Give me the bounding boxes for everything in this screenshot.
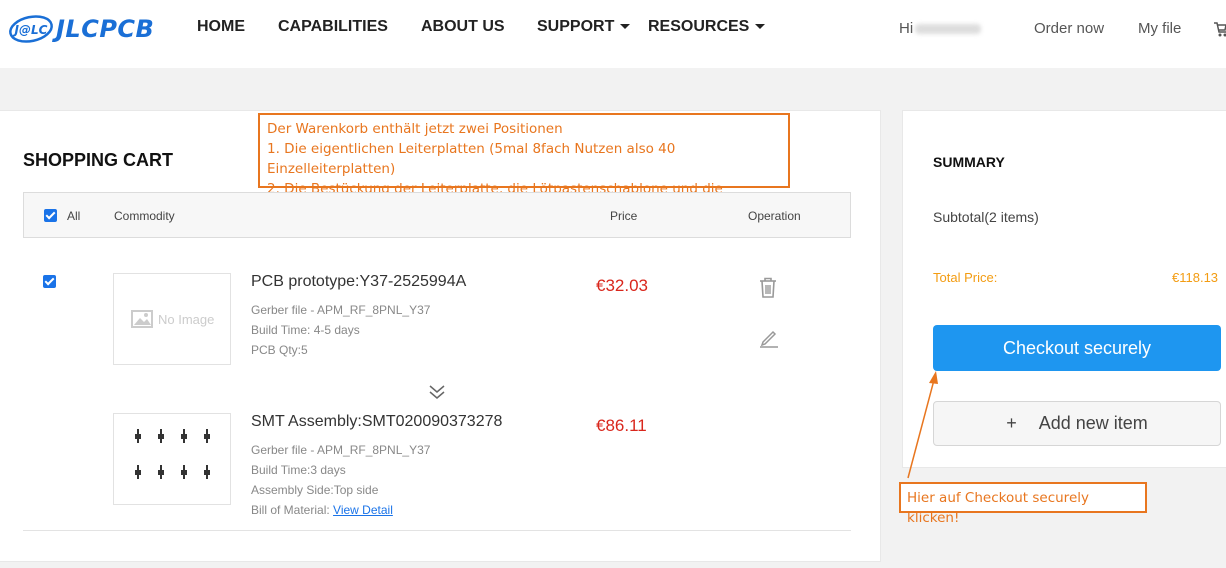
item-detail: Assembly Side:Top side: [251, 483, 379, 497]
my-file-link[interactable]: My file: [1138, 20, 1181, 37]
checkout-securely-button[interactable]: Checkout securely: [933, 325, 1221, 371]
logo-badge-icon: J@LC: [9, 15, 53, 43]
item-detail: Build Time:3 days: [251, 463, 346, 477]
item-price: €32.03: [596, 276, 648, 295]
summary-title: SUMMARY: [933, 154, 1005, 170]
edit-icon[interactable]: [758, 327, 780, 349]
col-commodity: Commodity: [114, 209, 175, 223]
plus-icon: +: [1006, 413, 1017, 433]
item-title: SMT Assembly:SMT020090373278: [251, 413, 503, 430]
bom-detail: Bill of Material: View Detail: [251, 503, 393, 517]
product-thumbnail: [113, 413, 231, 505]
total-price-label: Total Price:: [933, 270, 998, 285]
col-price: Price: [610, 209, 638, 223]
item-detail: PCB Qty:5: [251, 343, 308, 357]
item-detail: Gerber file - APM_RF_8PNL_Y37: [251, 303, 431, 317]
double-chevron-down-icon[interactable]: [427, 384, 447, 400]
order-now-link[interactable]: Order now: [1034, 20, 1104, 37]
col-all: All: [67, 209, 81, 223]
nav-support-label: SUPPORT: [537, 18, 615, 35]
add-new-item-button[interactable]: + Add new item: [933, 401, 1221, 446]
add-new-item-label: Add new item: [1038, 413, 1148, 433]
cart-icon[interactable]: [1214, 20, 1226, 38]
item-checkbox[interactable]: [43, 275, 56, 288]
col-operation: Operation: [748, 209, 801, 223]
item-price: €86.11: [596, 416, 647, 435]
greeting-text: Hi: [899, 20, 914, 37]
nav-capabilities[interactable]: CAPABILITIES: [278, 18, 388, 36]
item-title: PCB prototype:Y37-2525994A: [251, 273, 467, 290]
total-price-value: €118.13: [1172, 270, 1219, 285]
logo-badge-text: J@LC: [13, 23, 48, 37]
cart-table-header: All Commodity Price Operation: [23, 192, 851, 238]
blurred-username: [915, 24, 982, 35]
bom-label: Bill of Material:: [251, 503, 330, 517]
row-divider: [23, 530, 851, 531]
annotation-line: Der Warenkorb enthält jetzt zwei Positio…: [267, 121, 563, 137]
nav-about-us[interactable]: ABOUT US: [421, 18, 505, 36]
nav-home[interactable]: HOME: [197, 18, 245, 36]
nav-support[interactable]: SUPPORT: [537, 18, 631, 36]
image-icon: [131, 310, 153, 328]
chevron-down-icon: [755, 24, 766, 30]
user-greeting[interactable]: Hi: [899, 20, 982, 37]
assembly-parts-image: [135, 429, 210, 479]
jlcpcb-logo[interactable]: J@LC JLCPCB: [8, 12, 154, 46]
view-detail-link[interactable]: View Detail: [333, 503, 393, 517]
annotation-cart-note: Der Warenkorb enthält jetzt zwei Positio…: [258, 113, 790, 217]
product-thumbnail: No Image: [113, 273, 231, 365]
chevron-down-icon: [620, 24, 631, 30]
no-image-placeholder: No Image: [131, 310, 214, 328]
item-detail: Build Time: 4-5 days: [251, 323, 360, 337]
cart-title: SHOPPING CART: [23, 150, 174, 170]
item-detail: Gerber file - APM_RF_8PNL_Y37: [251, 443, 431, 457]
select-all-checkbox[interactable]: [44, 209, 57, 222]
subtotal-text: Subtotal(2 items): [933, 209, 1039, 225]
nav-resources[interactable]: RESOURCES: [648, 18, 766, 36]
trash-icon[interactable]: [758, 277, 778, 299]
nav-resources-label: RESOURCES: [648, 18, 750, 35]
annotation-line: 1. Die eigentlichen Leiterplatten (5mal …: [267, 141, 676, 177]
top-navigation: J@LC JLCPCB HOME CAPABILITIES ABOUT US S…: [0, 0, 1226, 68]
no-image-label: No Image: [158, 311, 215, 327]
annotation-checkout-hint: Hier auf Checkout securely klicken!: [899, 482, 1147, 526]
logo-text: JLCPCB: [56, 15, 155, 43]
